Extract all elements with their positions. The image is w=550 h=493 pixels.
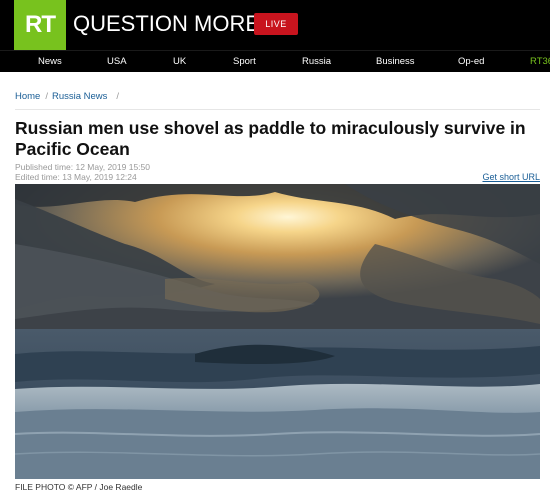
nav-item-russia[interactable]: Russia — [302, 56, 331, 67]
main-nav: News USA UK Sport Russia Business Op-ed … — [0, 50, 550, 72]
article-photo — [15, 184, 540, 479]
nav-item-business[interactable]: Business — [376, 56, 415, 67]
nav-item-rt360[interactable]: RT36 — [530, 56, 550, 67]
ocean-sunset-image — [15, 184, 540, 479]
nav-item-sport[interactable]: Sport — [233, 56, 256, 67]
breadcrumb-divider — [15, 109, 540, 110]
logo-text: RT — [25, 11, 56, 38]
breadcrumb-separator: / — [116, 91, 120, 102]
get-short-url-link[interactable]: Get short URL — [482, 172, 540, 182]
edited-time: Edited time: 13 May, 2019 12:24 — [15, 172, 137, 182]
nav-item-op-ed[interactable]: Op-ed — [458, 56, 484, 67]
breadcrumb-home[interactable]: Home — [15, 91, 40, 102]
photo-caption: FILE PHOTO © AFP / Joe Raedle — [15, 482, 143, 492]
breadcrumb-separator: / — [45, 91, 48, 102]
nav-item-usa[interactable]: USA — [107, 56, 127, 67]
breadcrumb-russia-news[interactable]: Russia News — [52, 91, 107, 102]
article-title: Russian men use shovel as paddle to mira… — [15, 118, 526, 159]
nav-item-uk[interactable]: UK — [173, 56, 186, 67]
slogan: QUESTION MORE — [73, 11, 261, 36]
published-time: Published time: 12 May, 2019 15:50 — [15, 162, 150, 172]
rt-logo[interactable]: RT — [14, 0, 66, 50]
top-header: RT QUESTION MORE LIVE — [0, 0, 550, 50]
breadcrumb: Home / Russia News / — [15, 91, 123, 102]
nav-item-news[interactable]: News — [38, 56, 62, 67]
live-button[interactable]: LIVE — [254, 13, 298, 35]
